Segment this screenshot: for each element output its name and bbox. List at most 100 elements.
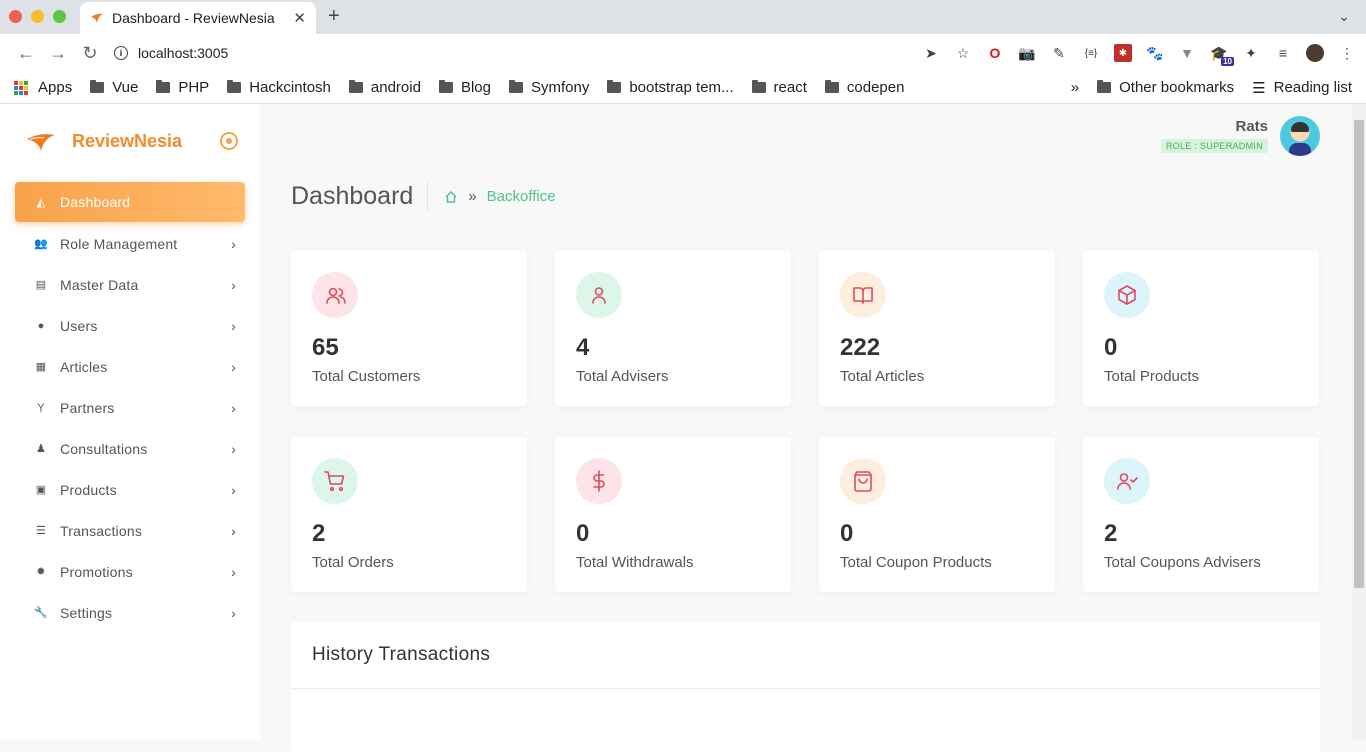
sidebar-item-role-management[interactable]: 👥 Role Management › [0,223,260,264]
chevron-right-icon: › [231,358,236,375]
back-button[interactable]: ← [10,43,42,64]
browser-menu-icon[interactable]: ⋮ [1338,44,1356,62]
close-window-button[interactable] [9,10,22,23]
extension-red-icon[interactable]: ✱ [1114,44,1132,62]
chevron-right-icon: › [231,481,236,498]
send-icon[interactable]: ➤ [922,44,940,62]
history-title: History Transactions [291,622,1320,689]
sidebar-item-users[interactable]: ● Users › [0,305,260,346]
chevron-right-icon: › [231,399,236,416]
media-icon[interactable]: ≡ [1274,44,1292,62]
bookmark-symfony[interactable]: Symfony [508,79,589,96]
user-menu[interactable]: Rats ROLE : SUPERADMIN [1160,116,1320,156]
extension-badge-icon[interactable]: 🎓 10 [1210,44,1234,66]
stat-card-total-advisers: 4 Total Advisers [555,251,791,406]
role-badge: ROLE : SUPERADMIN [1160,139,1268,153]
opera-icon[interactable]: O [986,44,1004,62]
stat-value: 0 [1104,334,1118,361]
new-tab-button[interactable]: + [328,5,340,28]
breadcrumb-backoffice[interactable]: Backoffice [487,188,556,205]
sidebar-item-articles[interactable]: ▦ Articles › [0,346,260,387]
bookmark-react[interactable]: react [751,79,807,96]
chevron-right-icon: › [231,317,236,334]
wrench-icon: 🔧 [34,607,48,619]
sidebar-item-label: Dashboard [60,194,131,210]
brand-name: ReviewNesia [72,130,183,151]
home-icon[interactable] [444,190,458,204]
folder-icon [156,80,171,93]
bookmark-bootstrap[interactable]: bootstrap tem... [607,79,734,96]
camera-icon[interactable]: 📷 [1018,44,1036,62]
sidebar-item-transactions[interactable]: ☰ Transactions › [0,510,260,551]
reading-list[interactable]: ☰ Reading list [1252,79,1352,97]
vue-devtools-icon[interactable]: ▼ [1178,44,1196,62]
eyedropper-icon[interactable]: ✎ [1050,44,1068,62]
bookmark-android[interactable]: android [348,79,421,96]
avatar[interactable] [1280,116,1320,156]
url-field[interactable]: i localhost:3005 [114,45,228,61]
sidebar-item-dashboard[interactable]: ◭ Dashboard [15,182,245,222]
reading-list-icon: ☰ [1252,79,1266,97]
sidebar-item-partners[interactable]: Ỵ Partners › [0,387,260,428]
folder-icon [227,80,242,93]
stat-value: 2 [1104,520,1118,547]
gift-icon: ▣ [35,484,47,496]
sidebar-item-consultations[interactable]: ♟ Consultations › [0,428,260,469]
bookmark-codepen[interactable]: codepen [824,79,904,96]
box-icon [1104,272,1150,318]
stat-card-total-customers: 65 Total Customers [291,251,527,406]
brand: ReviewNesia [0,126,260,156]
chart-area-icon: ◭ [36,196,46,209]
users-icon [312,272,358,318]
bookmark-php[interactable]: PHP [156,79,209,96]
folder-icon [607,80,622,93]
sidebar-item-label: Master Data [60,276,139,293]
bookmark-apps[interactable]: Apps [14,79,72,96]
bookmark-other[interactable]: Other bookmarks [1097,79,1234,96]
sidebar-item-label: Partners [60,399,115,416]
profile-avatar[interactable] [1306,44,1324,62]
forward-button[interactable]: → [42,43,74,64]
browser-tabbar: Dashboard - ReviewNesia ✕ + ⌄ [0,0,1366,34]
stat-label: Total Customers [312,368,421,385]
sidebar-item-promotions[interactable]: ✹ Promotions › [0,551,260,592]
sidebar: ReviewNesia ◭ Dashboard 👥 Role Management › ▤… [0,104,260,740]
bookmarks-overflow-icon[interactable]: » [1071,79,1079,96]
sidebar-item-products[interactable]: ▣ Products › [0,469,260,510]
users-icon: 👥 [34,238,48,250]
stat-card-total-articles: 222 Total Articles [819,251,1055,406]
scrollbar-thumb[interactable] [1354,120,1364,588]
reload-button[interactable]: ↻ [74,43,106,64]
folder-icon [438,80,453,93]
stats-grid: 65 Total Customers 4 Total Advisers 222 Total… [291,251,1320,592]
json-icon[interactable]: {≡} [1082,44,1100,62]
maximize-window-button[interactable] [53,10,66,23]
sidebar-item-label: Transactions [60,522,143,539]
sidebar-item-settings[interactable]: 🔧 Settings › [0,592,260,633]
bookmark-hackcintosh[interactable]: Hackcintosh [227,79,331,96]
folder-icon [824,80,839,93]
stat-value: 222 [840,334,881,361]
tab-close-icon[interactable]: ✕ [293,9,306,27]
stat-value: 0 [840,520,854,547]
tab-search-icon[interactable]: ⌄ [1338,8,1350,25]
bookmark-blog[interactable]: Blog [438,79,491,96]
stat-label: Total Products [1104,368,1200,385]
sidebar-toggle-icon[interactable] [220,132,238,150]
bookmark-star-icon[interactable]: ☆ [954,44,972,62]
cart-icon [312,458,358,504]
sidebar-item-master-data[interactable]: ▤ Master Data › [0,264,260,305]
page-header: Dashboard » Backoffice [291,182,556,211]
chevron-right-icon: › [231,235,236,252]
shopping-bag-icon [840,458,886,504]
site-info-icon[interactable]: i [114,46,128,60]
browser-tab[interactable]: Dashboard - ReviewNesia ✕ [80,2,316,34]
stat-label: Total Coupon Products [840,554,992,571]
minimize-window-button[interactable] [31,10,44,23]
paw-icon[interactable]: 🐾 [1146,44,1164,62]
bookmark-vue[interactable]: Vue [90,79,138,96]
puzzle-icon[interactable]: ✦ [1242,44,1260,62]
page-scrollbar[interactable] [1352,104,1366,740]
window-controls [9,10,66,23]
child-icon: Ỵ [37,401,45,414]
